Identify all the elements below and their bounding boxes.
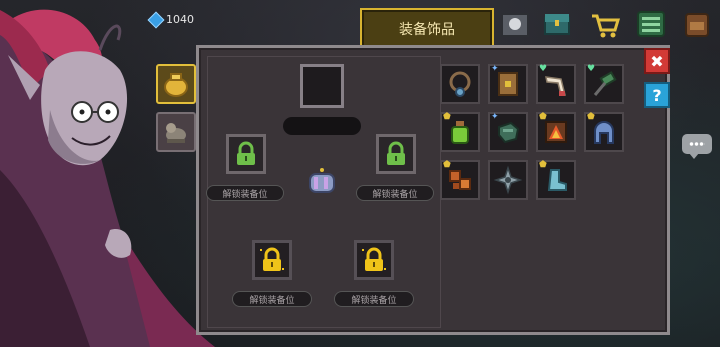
necklace-icon	[449, 71, 471, 97]
inventory-item-scroll[interactable]: ✦	[488, 64, 528, 104]
equipped-name-bar	[283, 117, 361, 135]
unlock-slot-label-text: 解锁装备位	[249, 295, 295, 306]
shop-cart-icon[interactable]	[588, 8, 622, 40]
panel-title: 装备饰品	[399, 22, 455, 38]
gold-amount: 1040	[166, 13, 194, 26]
treasure-chest-icon[interactable]	[540, 8, 574, 40]
locked-slot-lower-left[interactable]	[252, 240, 292, 280]
inventory-item-boot[interactable]: ⬟	[536, 160, 576, 200]
locked-slot-left[interactable]	[226, 134, 266, 174]
unlock-slot-label-lower-left: 解锁装备位	[232, 291, 312, 307]
help-button[interactable]: ?	[644, 82, 670, 108]
inventory-item-rune-stones[interactable]: ⬟	[440, 160, 480, 200]
inventory-item-hammer[interactable]: ♥	[584, 64, 624, 104]
locked-slot-lower-right[interactable]	[354, 240, 394, 280]
inventory-item-necklace[interactable]	[440, 64, 480, 104]
inventory-item-helmet[interactable]: ⬟	[584, 112, 624, 152]
unlock-slot-label-lower-right: 解锁装备位	[334, 291, 414, 307]
inventory-item-bone[interactable]: ♥	[536, 64, 576, 104]
scroll-charm-icon	[309, 168, 335, 193]
inventory-item-gauntlet[interactable]: ✦	[488, 112, 528, 152]
gold-lock-icon	[362, 247, 386, 271]
locked-slot-right[interactable]	[376, 134, 416, 174]
backpack-icon[interactable]	[680, 8, 714, 40]
gold-lock-icon	[260, 247, 284, 271]
green-lock-icon	[237, 141, 255, 165]
chat-icon	[689, 142, 705, 146]
help-icon: ?	[652, 85, 662, 105]
gold-counter: 1040	[147, 11, 194, 28]
unlock-slot-label-left: 解锁装备位	[206, 185, 284, 201]
unlock-slot-label-text: 解锁装备位	[351, 295, 397, 306]
panel-title-tab: 装备饰品	[360, 8, 494, 48]
unlock-slot-label-text: 解锁装备位	[372, 189, 418, 200]
tab-pet[interactable]	[156, 112, 196, 152]
unlock-slot-label-text: 解锁装备位	[222, 189, 268, 200]
chat-button[interactable]	[682, 134, 712, 159]
close-button[interactable]: ✖	[644, 48, 670, 74]
close-icon: ✖	[650, 51, 664, 71]
equipped-slot[interactable]	[300, 64, 344, 108]
gold-vase-icon	[164, 73, 188, 97]
inventory-item-potion[interactable]: ⬟	[440, 112, 480, 152]
pet-icon	[166, 123, 186, 143]
settings-box-icon[interactable]	[634, 8, 668, 40]
compass-icon	[493, 165, 523, 195]
player-avatar-icon[interactable]	[498, 8, 532, 40]
green-lock-icon	[387, 141, 405, 165]
gem-icon	[147, 11, 165, 28]
unlock-slot-label-right: 解锁装备位	[356, 185, 434, 201]
inventory-item-compass[interactable]	[488, 160, 528, 200]
tab-accessory[interactable]	[156, 64, 196, 104]
inventory-item-fire-scroll[interactable]: ⬟	[536, 112, 576, 152]
